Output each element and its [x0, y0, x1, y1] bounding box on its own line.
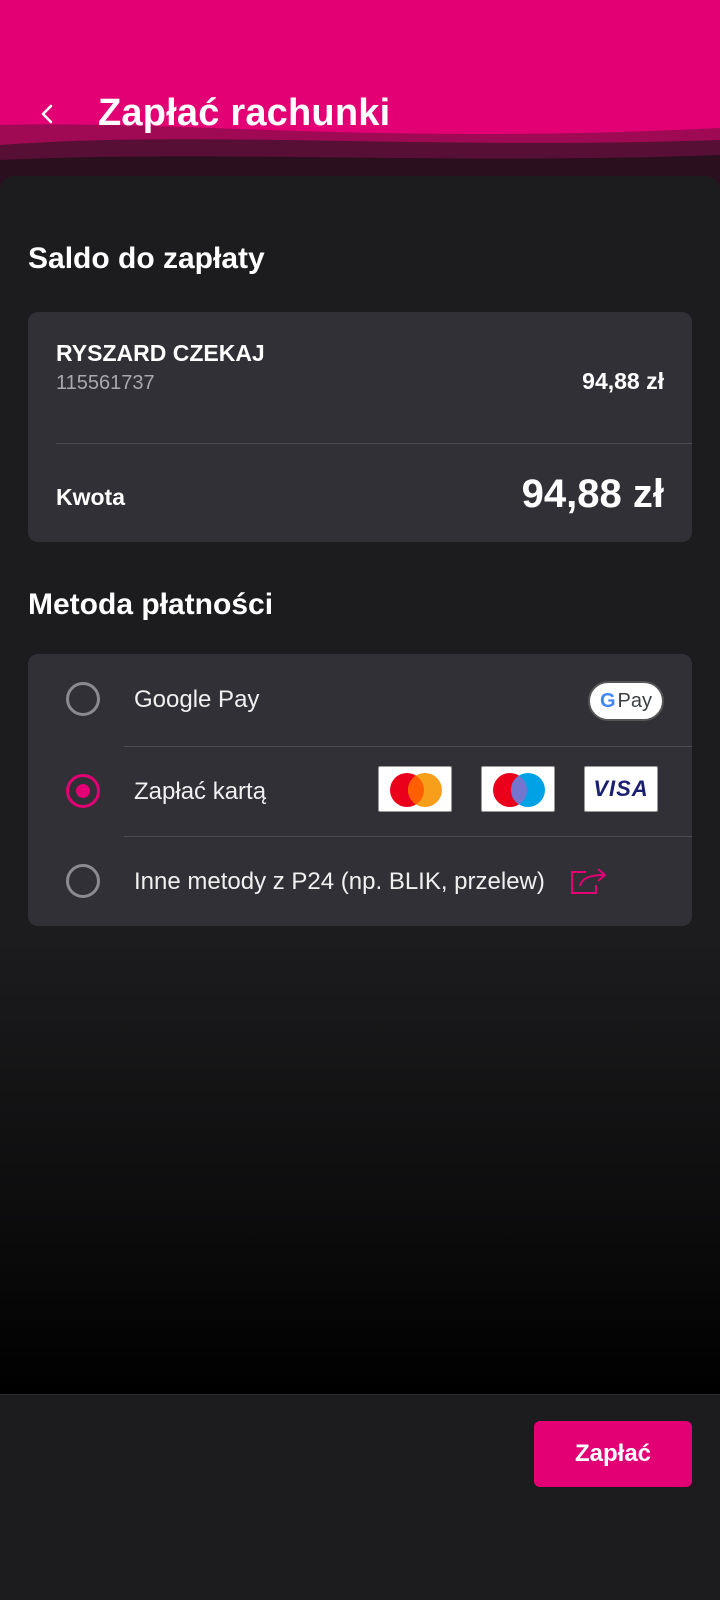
mastercard-logo	[378, 766, 452, 812]
account-amount: 94,88 zł	[582, 368, 664, 394]
payment-option-p24[interactable]: Inne metody z P24 (np. BLIK, przelew)	[28, 836, 692, 926]
balance-card: RYSZARD CZEKAJ 115561737 94,88 zł Kwota …	[28, 312, 692, 542]
visa-logo: VISA	[584, 766, 658, 812]
main-content: Saldo do zapłaty RYSZARD CZEKAJ 11556173…	[0, 176, 720, 1394]
payment-option-label: Inne metody z P24 (np. BLIK, przelew)	[134, 868, 545, 895]
page-title: Zapłać rachunki	[98, 92, 391, 134]
payment-option-card[interactable]: Zapłać kartą VISA	[28, 746, 692, 836]
radio-card[interactable]	[66, 774, 100, 808]
google-pay-logo: G Pay	[588, 681, 664, 721]
pay-button[interactable]: Zapłać	[534, 1421, 692, 1487]
payment-option-label: Zapłać kartą	[134, 778, 267, 805]
maestro-icon	[493, 773, 545, 807]
amount-value: 94,88 zł	[521, 472, 664, 516]
google-g-icon: G	[599, 689, 616, 712]
google-pay-text: Pay	[617, 689, 653, 712]
chevron-left-icon	[41, 104, 53, 124]
payment-methods-card: Google Pay G Pay Zapłać kartą VISA Inne …	[28, 654, 692, 926]
radio-p24[interactable]	[66, 864, 100, 898]
radio-google-pay[interactable]	[66, 682, 100, 716]
mastercard-icon	[390, 773, 442, 807]
divider	[56, 443, 692, 444]
visa-text: VISA	[593, 776, 649, 801]
maestro-logo	[481, 766, 555, 812]
payment-option-google-pay[interactable]: Google Pay G Pay	[28, 654, 692, 744]
balance-section-title: Saldo do zapłaty	[28, 242, 265, 275]
bottom-action-bar: Zapłać	[0, 1394, 720, 1600]
payment-section-title: Metoda płatności	[28, 588, 274, 621]
external-link-icon	[571, 868, 606, 894]
back-button[interactable]	[28, 94, 68, 134]
payment-option-label: Google Pay	[134, 686, 260, 713]
app-header: Zapłać rachunki	[0, 0, 720, 190]
amount-label: Kwota	[56, 484, 125, 510]
account-name: RYSZARD CZEKAJ	[56, 340, 265, 366]
account-number: 115561737	[56, 372, 155, 394]
